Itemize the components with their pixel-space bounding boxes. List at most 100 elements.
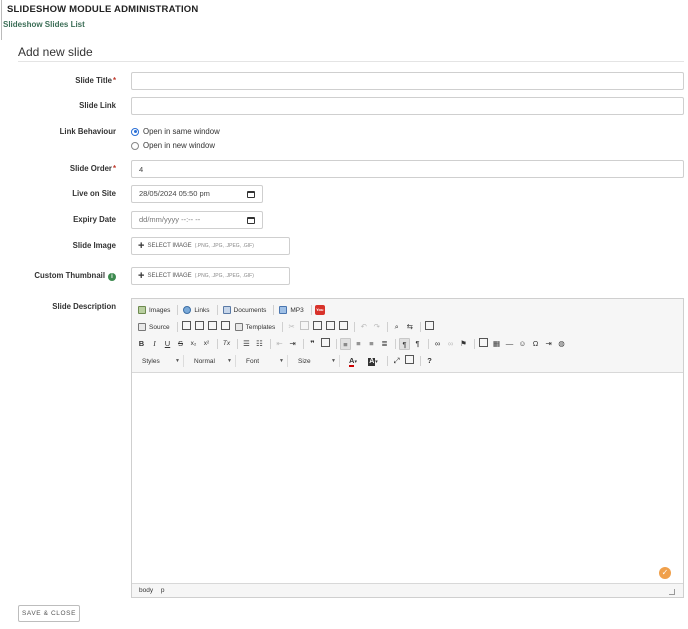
calendar-icon[interactable]	[247, 190, 255, 198]
background-color-icon[interactable]: A▾	[364, 355, 382, 367]
smiley-icon[interactable]: ☺	[517, 338, 528, 350]
new-page-icon[interactable]	[194, 321, 205, 333]
toolbar-separator	[336, 339, 337, 349]
element-path-p[interactable]: p	[161, 587, 165, 594]
templates-icon	[234, 323, 243, 331]
horizontal-line-icon[interactable]: —	[504, 338, 515, 350]
documents-button[interactable]: Documents	[221, 304, 269, 316]
paste-icon[interactable]	[312, 321, 323, 333]
youtube-icon[interactable]: You	[314, 305, 325, 315]
find-icon[interactable]: ⌕	[391, 321, 402, 333]
copy-icon[interactable]	[299, 321, 310, 333]
text-direction-rtl-icon[interactable]: ¶	[412, 338, 423, 350]
radio-open-same-window[interactable]: Open in same window	[131, 127, 220, 136]
toolbar-row-styles: Styles ▼ Normal ▼ Font ▼ Size ▼ A▾ A▾ ⤢ ?	[136, 354, 437, 368]
toolbar-separator	[387, 322, 389, 332]
text-direction-ltr-icon[interactable]: ¶	[399, 338, 410, 350]
spellcheck-icon[interactable]	[424, 321, 435, 333]
undo-icon[interactable]: ↶	[358, 321, 369, 333]
styles-dropdown[interactable]: Styles ▼	[136, 355, 184, 367]
editor-status-bar: body p	[132, 583, 683, 597]
underline-icon[interactable]: U	[162, 338, 173, 350]
chevron-down-icon: ▼	[279, 358, 284, 364]
templates-button[interactable]: Templates	[233, 321, 278, 333]
toolbar-row-document: Source Templates ✂ ↶ ↷ ⌕ ⇆	[136, 320, 437, 334]
calendar-icon[interactable]	[247, 216, 255, 224]
radio-open-new-window[interactable]: Open in new window	[131, 141, 215, 150]
strikethrough-icon[interactable]: S	[175, 338, 186, 350]
help-icon[interactable]: ?	[424, 355, 435, 367]
format-dropdown[interactable]: Normal ▼	[188, 355, 236, 367]
slide-title-input[interactable]	[131, 72, 684, 90]
custom-thumbnail-select-button[interactable]: + SELECT IMAGE (.PNG, .JPG, .JPEG, .GIF)	[131, 267, 290, 285]
subscript-icon[interactable]: x₂	[188, 338, 199, 350]
left-edge-line	[1, 0, 2, 40]
align-justify-icon[interactable]: ≣	[379, 338, 390, 350]
align-center-icon[interactable]: ≡	[353, 338, 364, 350]
numbered-list-icon[interactable]: ☰	[241, 338, 252, 350]
slide-link-input[interactable]	[131, 97, 684, 115]
indent-icon[interactable]: ⇥	[287, 338, 298, 350]
resize-handle-icon[interactable]	[669, 589, 675, 595]
mp3-button[interactable]: MP3	[277, 304, 305, 316]
save-icon[interactable]	[181, 321, 192, 333]
slide-link-label: Slide Link	[79, 101, 116, 110]
align-left-icon[interactable]: ≡	[340, 338, 351, 350]
toolbar-separator	[303, 339, 304, 349]
redo-icon[interactable]: ↷	[371, 321, 382, 333]
unlink-icon[interactable]: ∞	[445, 338, 456, 350]
rich-text-editor: Images Links Documents MP3 You Source Te…	[131, 298, 684, 598]
align-right-icon[interactable]: ≡	[366, 338, 377, 350]
insert-image-icon[interactable]	[478, 338, 489, 350]
cut-icon[interactable]: ✂	[286, 321, 297, 333]
italic-icon[interactable]: I	[149, 338, 160, 350]
live-on-site-datetime-input[interactable]: 28/05/2024 05:50 pm	[131, 185, 263, 203]
preview-icon[interactable]	[207, 321, 218, 333]
bold-icon[interactable]: B	[136, 338, 147, 350]
link-icon[interactable]: ∞	[432, 338, 443, 350]
image-icon	[138, 306, 146, 314]
source-button[interactable]: Source	[136, 321, 172, 333]
info-icon[interactable]: i	[108, 273, 116, 281]
remove-format-icon[interactable]: Tx	[221, 338, 232, 350]
bulleted-list-icon[interactable]: ☷	[254, 338, 265, 350]
expiry-date-datetime-input[interactable]: dd/mm/yyyy --:-- --	[131, 211, 263, 229]
images-button[interactable]: Images	[136, 304, 172, 316]
paste-word-icon[interactable]	[338, 321, 349, 333]
element-path-body[interactable]: body	[139, 587, 153, 594]
superscript-icon[interactable]: x²	[201, 338, 212, 350]
checkmark-icon[interactable]: ✓	[659, 567, 671, 579]
text-color-icon[interactable]: A▾	[344, 355, 362, 367]
toolbar-separator	[354, 322, 356, 332]
toolbar-separator	[237, 339, 238, 349]
editor-content-area[interactable]	[132, 374, 683, 583]
special-character-icon[interactable]: Ω	[530, 338, 541, 350]
toolbar-separator	[282, 322, 284, 332]
anchor-flag-icon[interactable]: ⚑	[458, 338, 469, 350]
font-dropdown[interactable]: Font ▼	[240, 355, 288, 367]
slide-order-input[interactable]	[131, 160, 684, 178]
paste-text-icon[interactable]	[325, 321, 336, 333]
chevron-down-icon: ▼	[331, 358, 336, 364]
toolbar-separator	[428, 339, 429, 349]
outdent-icon[interactable]: ⇤	[274, 338, 285, 350]
slide-image-label: Slide Image	[72, 241, 116, 250]
links-button[interactable]: Links	[181, 304, 211, 316]
maximize-icon[interactable]: ⤢	[391, 355, 402, 367]
print-icon[interactable]	[220, 321, 231, 333]
save-and-close-button[interactable]: SAVE & CLOSE	[18, 605, 80, 622]
slideshow-slides-list-link[interactable]: Slideshow Slides List	[3, 20, 85, 29]
slide-image-select-button[interactable]: + SELECT IMAGE (.PNG, .JPG, .JPEG, .GIF)	[131, 237, 290, 255]
radio-button[interactable]	[131, 141, 139, 150]
iframe-icon[interactable]: ◍	[556, 338, 567, 350]
insert-table-icon[interactable]: ▦	[491, 338, 502, 350]
size-dropdown[interactable]: Size ▼	[292, 355, 340, 367]
page-break-icon[interactable]: ⇥	[543, 338, 554, 350]
radio-button-selected[interactable]	[131, 127, 139, 136]
show-blocks-icon[interactable]	[404, 355, 415, 367]
blockquote-icon[interactable]: ❞	[307, 338, 318, 350]
create-div-icon[interactable]	[320, 338, 331, 350]
toolbar-row-media: Images Links Documents MP3 You	[136, 303, 325, 317]
replace-icon[interactable]: ⇆	[404, 321, 415, 333]
chevron-down-icon: ▼	[227, 358, 232, 364]
